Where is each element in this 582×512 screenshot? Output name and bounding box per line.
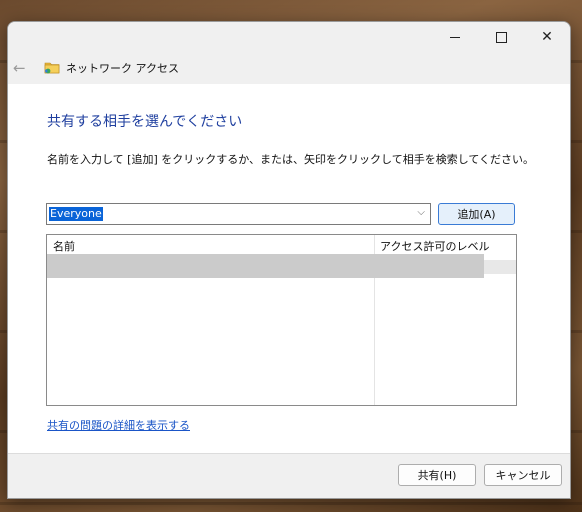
combo-selected-value[interactable]: Everyone — [49, 207, 103, 221]
minimize-button[interactable] — [432, 22, 478, 52]
user-combobox[interactable]: Everyone ⌵ — [46, 203, 431, 225]
network-access-dialog: ✕ ← ネットワーク アクセス 共有する相手を選んでください 名前を入力して [… — [7, 21, 571, 499]
instructions-text: 名前を入力して [追加] をクリックするか、または、矢印をクリックして相手を検索… — [47, 153, 535, 166]
add-button[interactable]: 追加(A) — [438, 203, 515, 225]
close-icon: ✕ — [541, 29, 553, 45]
maximize-icon — [495, 31, 507, 43]
close-button[interactable]: ✕ — [524, 22, 570, 52]
navigation-bar: ← ネットワーク アクセス — [8, 52, 570, 84]
share-button[interactable]: 共有(H) — [398, 464, 476, 486]
page-title: 共有する相手を選んでください — [47, 114, 243, 130]
chevron-down-icon[interactable]: ⌵ — [417, 207, 425, 218]
cancel-button[interactable]: キャンセル — [484, 464, 562, 486]
nav-title: ネットワーク アクセス — [66, 62, 179, 75]
sharing-list[interactable]: 名前 アクセス許可のレベル — [46, 234, 517, 406]
title-bar: ✕ — [8, 22, 570, 52]
list-row-highlight-tail — [484, 260, 516, 274]
sharing-problems-link[interactable]: 共有の問題の詳細を表示する — [47, 417, 190, 433]
column-header-permission[interactable]: アクセス許可のレベル — [380, 238, 489, 254]
minimize-icon — [450, 36, 460, 38]
dialog-footer: 共有(H) キャンセル — [8, 453, 570, 498]
network-access-icon — [44, 62, 60, 74]
maximize-button[interactable] — [478, 22, 524, 52]
column-header-name[interactable]: 名前 — [53, 238, 75, 254]
list-header: 名前 アクセス許可のレベル — [47, 235, 516, 253]
list-row-highlight[interactable] — [47, 254, 484, 278]
dialog-content: 共有する相手を選んでください 名前を入力して [追加] をクリックするか、または… — [8, 84, 570, 453]
back-arrow-icon[interactable]: ← — [13, 59, 26, 77]
